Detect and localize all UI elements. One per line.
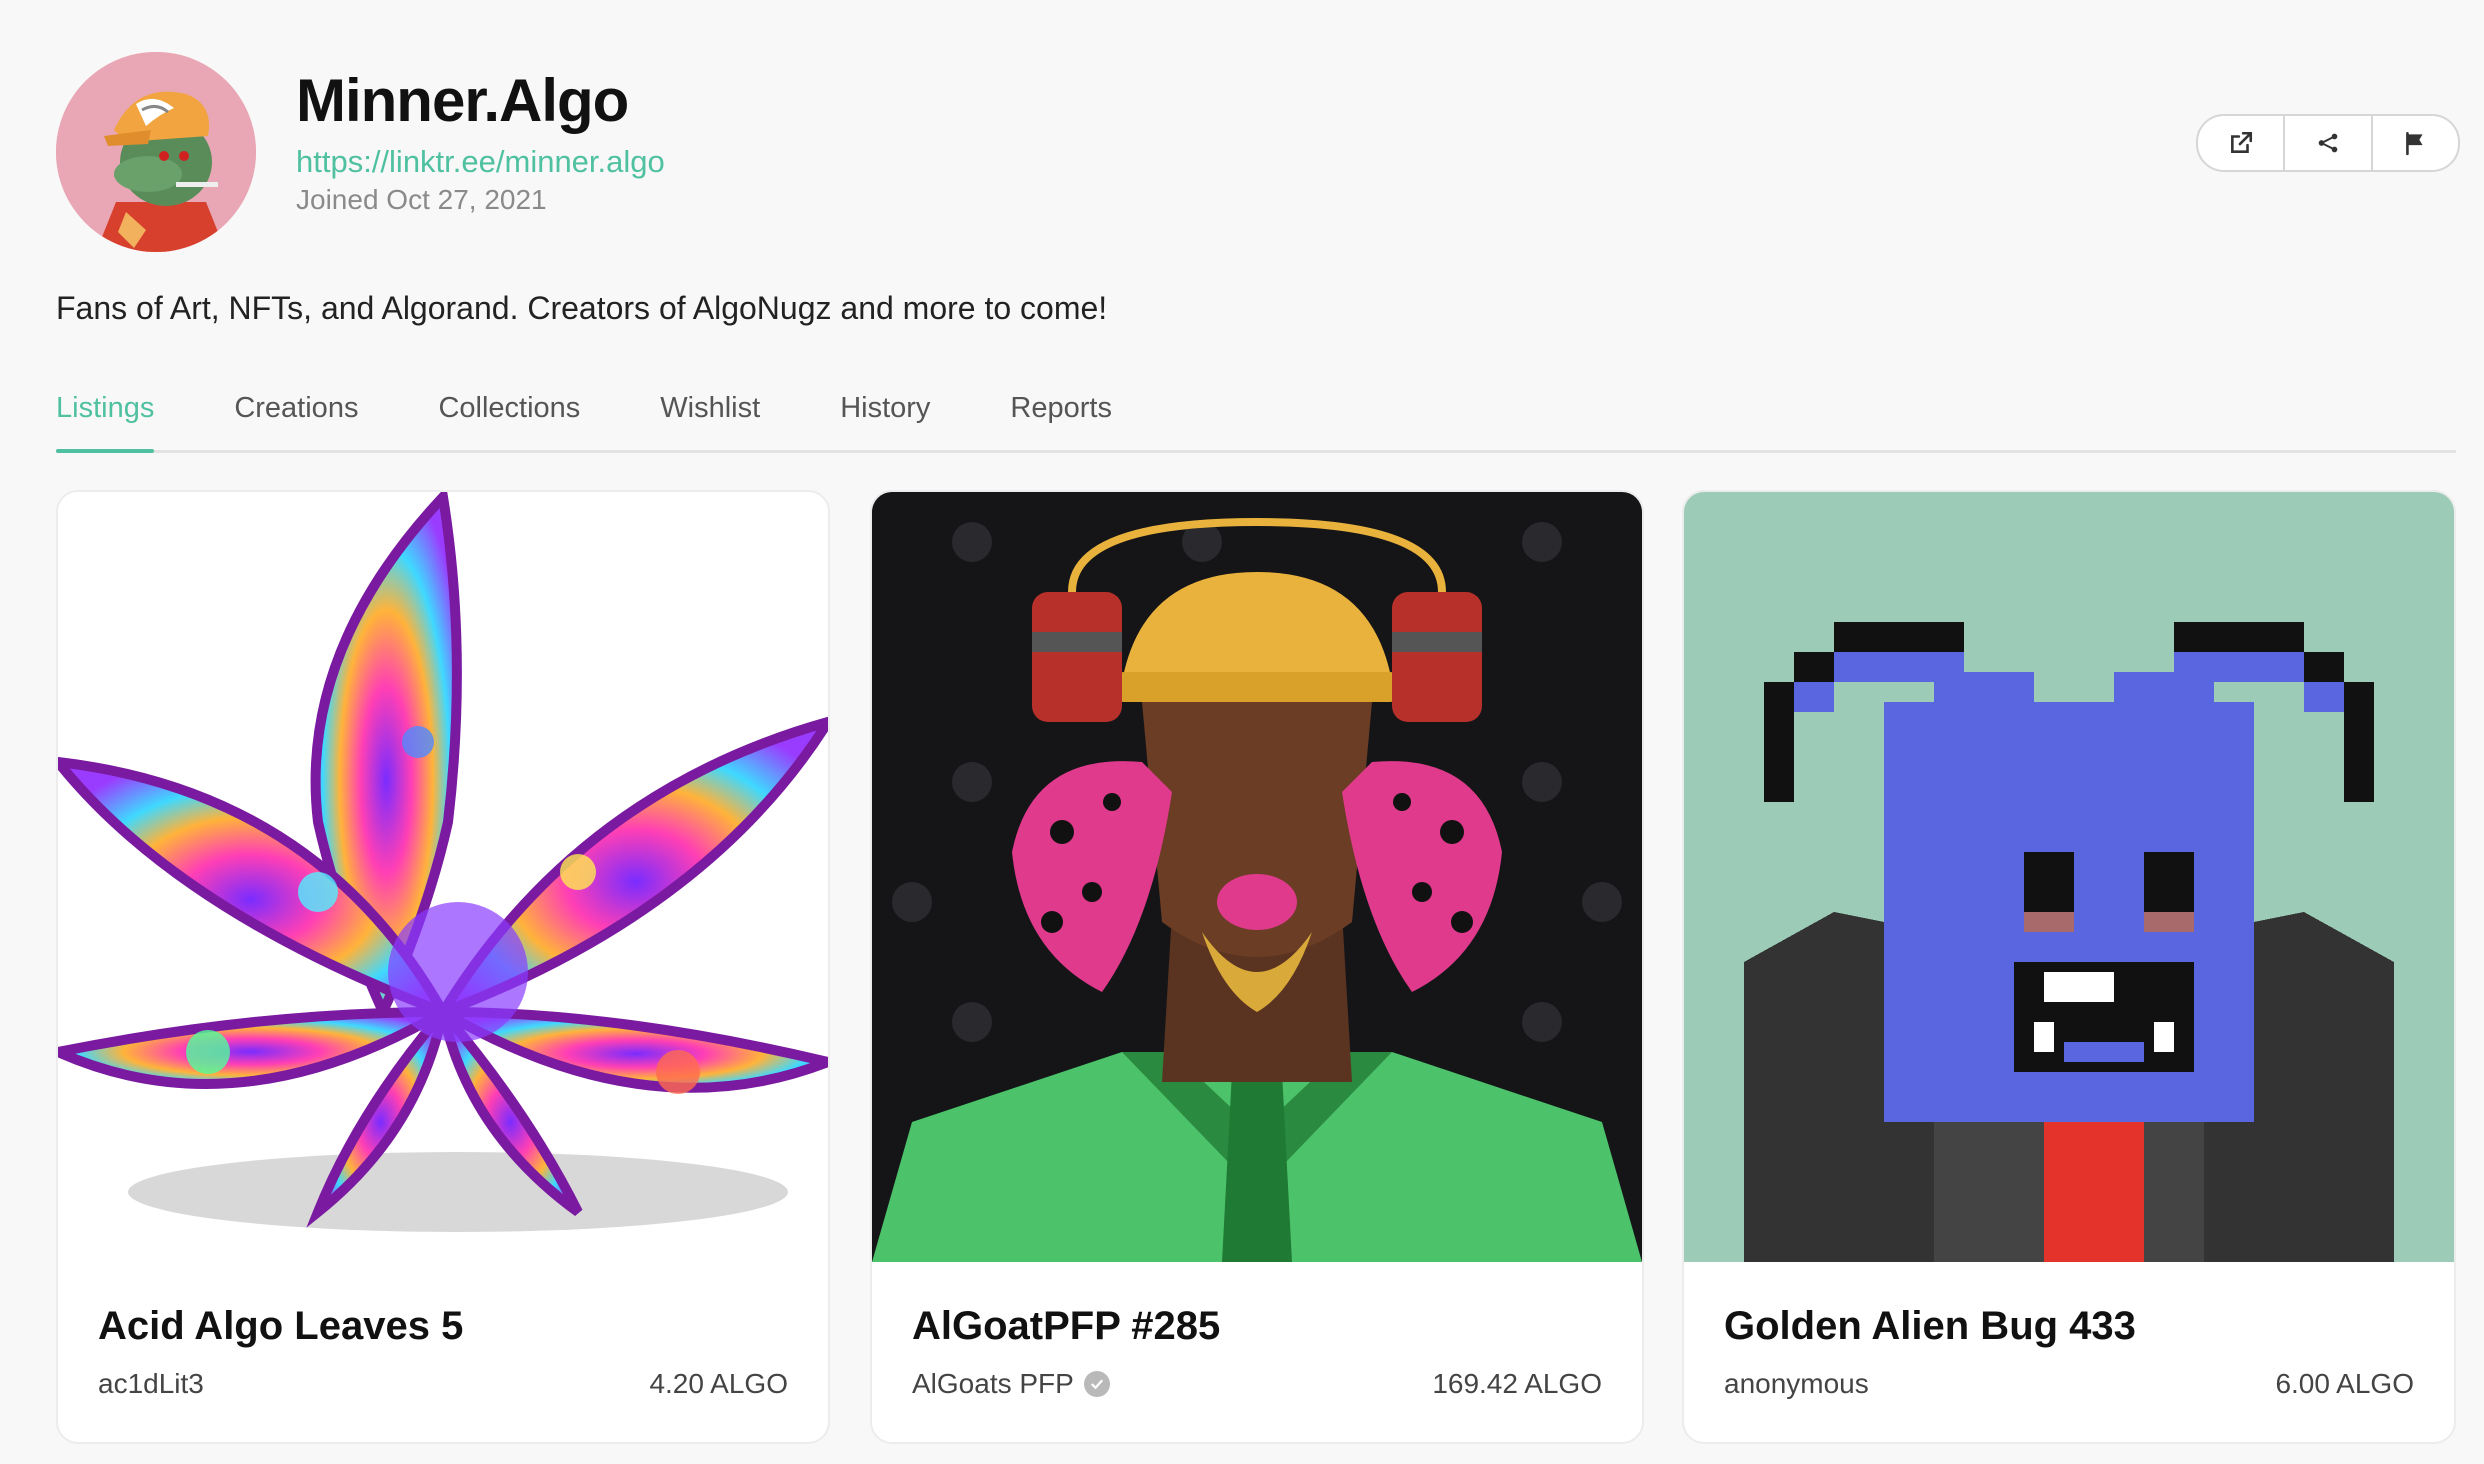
listing-image	[1684, 492, 2454, 1262]
tab-listings[interactable]: Listings	[56, 390, 155, 453]
listing-image	[872, 492, 1642, 1262]
listing-creator-name: ac1dLit3	[98, 1368, 204, 1399]
listing-creator-name: AlGoats PFP	[912, 1368, 1074, 1399]
share-icon	[2318, 133, 2338, 153]
listing-title: Acid Algo Leaves 5	[98, 1304, 464, 1348]
listing-price: 6.00 ALGO	[2275, 1368, 2414, 1399]
tab-collections[interactable]: Collections	[438, 390, 580, 450]
tab-reports[interactable]: Reports	[1010, 390, 1112, 450]
flag-icon	[2406, 131, 2423, 156]
listing-creator[interactable]: ac1dLit3	[98, 1368, 204, 1400]
profile-tabs: Listings Creations Collections Wishlist …	[56, 390, 2456, 453]
listing-card[interactable]: Acid Algo Leaves 5 ac1dLit3 4.20 ALGO	[56, 490, 830, 1444]
share-button[interactable]	[2285, 116, 2373, 170]
listing-card[interactable]: AlGoatPFP #285 AlGoats PFP 169.42 ALGO	[870, 490, 1644, 1444]
listing-creator[interactable]: anonymous	[1724, 1368, 1869, 1400]
profile-avatar	[56, 52, 256, 252]
external-link-button[interactable]	[2198, 116, 2286, 170]
profile-bio: Fans of Art, NFTs, and Algorand. Creator…	[56, 290, 1108, 326]
tab-creations[interactable]: Creations	[234, 390, 358, 450]
listing-card[interactable]: Golden Alien Bug 433 anonymous 6.00 ALGO	[1682, 490, 2456, 1444]
profile-name: Minner.Algo	[296, 67, 629, 134]
external-link-icon	[2230, 131, 2252, 153]
tab-wishlist[interactable]: Wishlist	[660, 390, 760, 450]
listing-title: AlGoatPFP #285	[912, 1304, 1221, 1348]
profile-joined-date: Joined Oct 27, 2021	[296, 184, 547, 215]
verified-check-icon	[1083, 1371, 1110, 1397]
listing-title: Golden Alien Bug 433	[1724, 1304, 2136, 1348]
report-flag-button[interactable]	[2373, 116, 2458, 170]
listing-creator[interactable]: AlGoats PFP	[912, 1368, 1110, 1400]
profile-actions-group	[2196, 114, 2460, 172]
listing-price: 4.20 ALGO	[649, 1368, 788, 1399]
listing-creator-name: anonymous	[1724, 1368, 1869, 1399]
listing-price: 169.42 ALGO	[1432, 1368, 1602, 1399]
tab-history[interactable]: History	[840, 390, 930, 450]
listing-image	[58, 492, 828, 1262]
profile-link[interactable]: https://linktr.ee/minner.algo	[296, 144, 665, 180]
